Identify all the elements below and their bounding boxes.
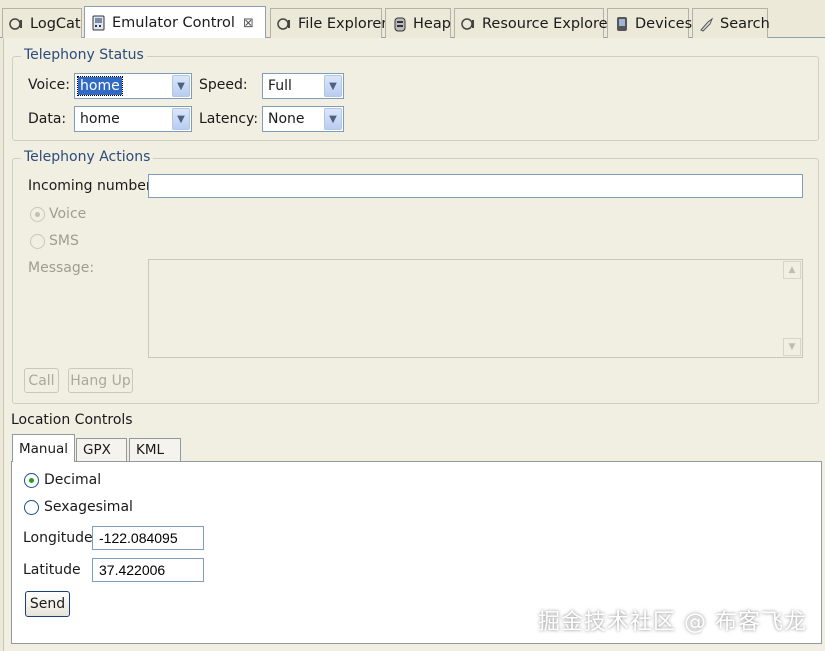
chevron-down-icon[interactable]: ▼ <box>172 75 190 97</box>
voice-combo[interactable]: home ▼ <box>74 73 192 99</box>
sms-radio[interactable] <box>30 234 45 249</box>
scroll-down-icon[interactable]: ▼ <box>783 338 801 356</box>
incoming-number-input[interactable] <box>148 174 803 198</box>
data-combo[interactable]: home ▼ <box>74 106 192 132</box>
speed-label: Speed: <box>199 77 248 93</box>
tab-gpx[interactable]: GPX <box>76 438 127 461</box>
tab-label: Devices <box>635 15 693 32</box>
telephony-status-title: Telephony Status <box>21 47 147 63</box>
tab-label: Search <box>720 15 770 32</box>
latitude-input[interactable] <box>92 558 204 582</box>
chevron-down-icon[interactable]: ▼ <box>172 108 190 130</box>
tab-logcat[interactable]: LogCat <box>2 8 82 38</box>
call-button[interactable]: Call <box>24 368 59 393</box>
latency-combo[interactable]: None ▼ <box>262 106 344 132</box>
tab-kml[interactable]: KML <box>129 438 181 461</box>
tab-heap[interactable]: Heap <box>385 8 451 38</box>
telephony-actions-title: Telephony Actions <box>21 149 154 165</box>
longitude-label: Longitude <box>23 530 93 546</box>
watermark-text: 掘金技术社区 @ 布客飞龙 <box>538 610 807 635</box>
speed-combo[interactable]: Full ▼ <box>262 73 344 99</box>
tab-file-explorer[interactable]: File Explorer <box>270 8 387 38</box>
latency-label: Latency: <box>199 111 259 127</box>
data-value: home <box>80 111 120 127</box>
emulator-control-icon <box>91 15 107 31</box>
data-label: Data: <box>28 111 67 127</box>
sexagesimal-radio[interactable] <box>24 500 39 515</box>
decimal-radio-label: Decimal <box>44 472 102 488</box>
voice-radio-label: Voice <box>49 206 87 222</box>
location-controls-title: Location Controls <box>11 412 133 428</box>
sms-radio-label: SMS <box>49 233 79 249</box>
sexagesimal-radio-label: Sexagesimal <box>44 499 133 515</box>
message-label: Message: <box>28 260 95 276</box>
hang-up-button[interactable]: Hang Up <box>68 368 133 393</box>
tab-label: Heap <box>413 15 451 32</box>
chevron-down-icon[interactable]: ▼ <box>324 75 342 97</box>
view-tab-bar: LogCat Emulator Control ⊠ File Explorer … <box>0 0 825 39</box>
logcat-icon <box>9 16 25 32</box>
file-explorer-icon <box>277 16 293 32</box>
incoming-number-label: Incoming number: <box>28 178 157 194</box>
decimal-radio[interactable] <box>24 473 39 488</box>
voice-radio[interactable] <box>30 207 45 222</box>
tab-resource-explorer[interactable]: Resource Explorer <box>454 8 613 38</box>
message-textarea[interactable]: ▲ ▼ <box>148 259 803 358</box>
tab-label: Emulator Control <box>112 15 235 31</box>
latency-value: None <box>268 111 305 127</box>
resource-explorer-icon <box>461 16 477 32</box>
tab-label: LogCat <box>30 15 81 32</box>
tab-label: File Explorer <box>298 15 388 32</box>
devices-icon <box>614 16 630 32</box>
speed-value: Full <box>268 78 292 94</box>
search-icon <box>699 16 715 32</box>
tab-manual[interactable]: Manual <box>12 434 75 462</box>
latitude-label: Latitude <box>23 562 81 578</box>
heap-icon <box>392 16 408 32</box>
chevron-down-icon[interactable]: ▼ <box>324 108 342 130</box>
tab-search[interactable]: Search <box>692 8 770 38</box>
tab-devices[interactable]: Devices <box>607 8 693 38</box>
voice-value: home <box>77 76 123 96</box>
send-button[interactable]: Send <box>25 591 70 617</box>
close-icon[interactable]: ⊠ <box>243 16 254 31</box>
voice-label: Voice: <box>28 77 70 93</box>
tab-emulator-control[interactable]: Emulator Control ⊠ <box>84 6 266 39</box>
scroll-up-icon[interactable]: ▲ <box>783 261 801 279</box>
longitude-input[interactable] <box>92 526 204 550</box>
tab-label: Resource Explorer <box>482 15 614 32</box>
